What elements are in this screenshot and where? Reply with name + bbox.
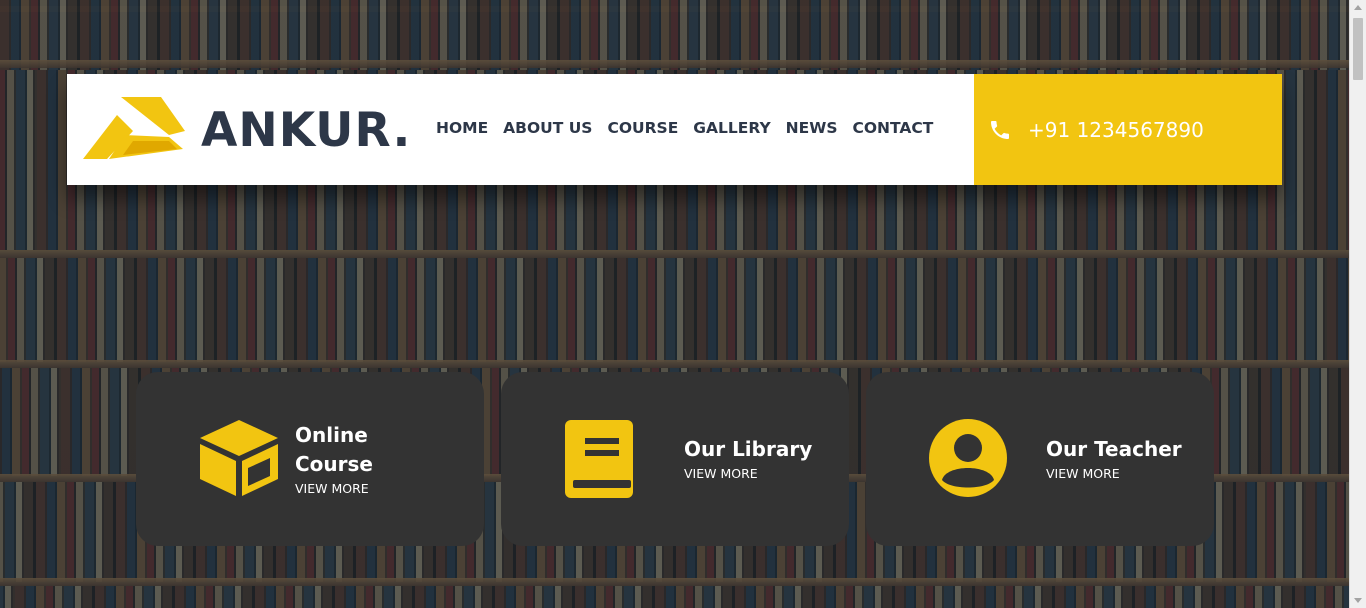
phone-icon (991, 120, 1009, 139)
view-more-link[interactable]: VIEW MORE (1046, 466, 1120, 481)
feature-card-our-library[interactable]: Our Library VIEW MORE (501, 372, 849, 546)
user-circle-icon (929, 419, 1007, 497)
card-title: Our Teacher (1046, 437, 1182, 461)
nav-gallery[interactable]: GALLERY (693, 119, 770, 137)
scroll-up-arrow-icon[interactable] (1354, 5, 1362, 10)
nav-about-us[interactable]: ABOUT US (503, 119, 592, 137)
nav-home[interactable]: HOME (436, 119, 488, 137)
nav-news[interactable]: NEWS (786, 119, 838, 137)
nav-course[interactable]: COURSE (607, 119, 678, 137)
site-header: ANKUR. HOME ABOUT US COURSE GALLERY NEWS… (67, 74, 1282, 185)
logo-mark-icon (83, 97, 185, 159)
card-title: Our Library (684, 437, 813, 461)
book-icon (565, 420, 633, 498)
scroll-down-arrow-icon[interactable] (1354, 598, 1362, 603)
brand-name: ANKUR. (201, 102, 412, 158)
feature-card-online-course[interactable]: Online Course VIEW MORE (136, 372, 484, 546)
phone-number[interactable]: +91 1234567890 (1028, 118, 1204, 142)
contact-phone-box[interactable]: +91 1234567890 (974, 74, 1282, 185)
view-more-link[interactable]: VIEW MORE (684, 466, 758, 481)
scroll-thumb[interactable] (1353, 18, 1363, 80)
main-nav: HOME ABOUT US COURSE GALLERY NEWS CONTAC… (436, 119, 948, 137)
site-logo[interactable]: ANKUR. (83, 96, 413, 164)
card-title-line1: Online (295, 423, 368, 447)
box-icon (200, 420, 278, 496)
view-more-link[interactable]: VIEW MORE (295, 481, 369, 496)
nav-contact[interactable]: CONTACT (853, 119, 934, 137)
card-title-line2: Course (295, 452, 373, 476)
feature-card-our-teacher[interactable]: Our Teacher VIEW MORE (866, 372, 1214, 546)
page-scrollbar[interactable] (1349, 0, 1366, 608)
